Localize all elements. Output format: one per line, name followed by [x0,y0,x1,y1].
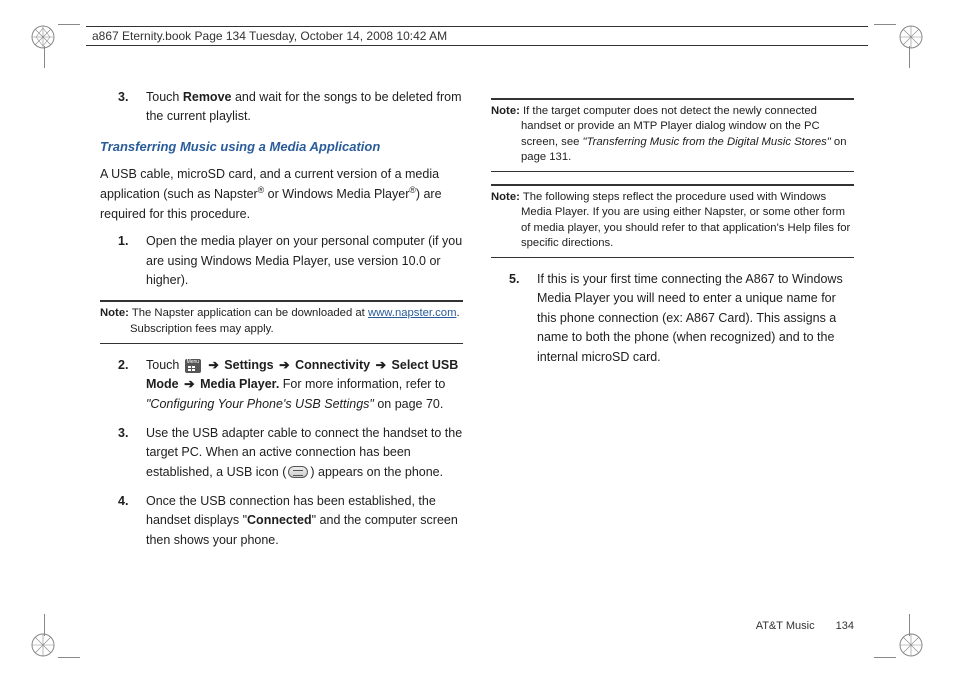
crop-mark [874,24,896,25]
footer-page-number: 134 [836,620,854,632]
step-5: 5. If this is your first time connecting… [491,270,854,367]
step-body: Use the USB adapter cable to connect the… [146,424,463,482]
step-number: 1. [118,232,146,290]
crop-mark [58,657,80,658]
left-column: 3. Touch Remove and wait for the songs t… [100,88,463,622]
page-footer: AT&T Music 134 [756,620,854,632]
step-1: 1. Open the media player on your persona… [100,232,463,290]
italic-ref: "Configuring Your Phone's USB Settings" [146,397,377,411]
text: on page 70. [377,397,443,411]
usb-icon [288,466,308,478]
step-3-remove: 3. Touch Remove and wait for the songs t… [100,88,463,127]
intro-paragraph: A USB cable, microSD card, and a current… [100,165,463,224]
crop-mark [58,24,80,25]
napster-link[interactable]: www.napster.com [368,307,457,319]
bold-media-player: Media Player. [200,377,279,391]
step-number: 5. [509,270,537,367]
note-label: Note: [491,191,520,203]
crop-mark [909,46,910,68]
step-number: 3. [118,424,146,482]
menu-icon [185,359,201,373]
crop-mark [44,614,45,636]
note-text: The following steps reflect the procedur… [521,191,850,249]
corner-ornament-tl [30,24,56,50]
step-body: Once the USB connection has been establi… [146,492,463,550]
step-number: 3. [118,88,146,127]
arrow-icon: ➔ [184,377,194,391]
bold-settings: Settings [224,358,273,372]
step-2: 2. Touch ➔ Settings ➔ Connectivity ➔ Sel… [100,356,463,414]
corner-ornament-br [898,632,924,658]
note-mtp: Note: If the target computer does not de… [491,98,854,172]
text: Touch [146,358,183,372]
step-body: Touch Remove and wait for the songs to b… [146,88,463,127]
running-header-text: a867 Eternity.book Page 134 Tuesday, Oct… [92,29,447,43]
section-heading-transferring: Transferring Music using a Media Applica… [100,137,463,157]
arrow-icon: ➔ [376,358,386,372]
bold-connectivity: Connectivity [295,358,370,372]
right-column: Note: If the target computer does not de… [491,88,854,622]
step-number: 4. [118,492,146,550]
bold-connected: Connected [247,513,312,527]
content-columns: 3. Touch Remove and wait for the songs t… [100,88,854,622]
text: or Windows Media Player [264,187,409,201]
text: ) appears on the phone. [310,465,443,479]
note-label: Note: [100,307,129,319]
arrow-icon: ➔ [279,358,289,372]
bold-remove: Remove [183,90,232,104]
step-body: Touch ➔ Settings ➔ Connectivity ➔ Select… [146,356,463,414]
crop-mark [44,46,45,68]
step-3-usb: 3. Use the USB adapter cable to connect … [100,424,463,482]
step-4: 4. Once the USB connection has been esta… [100,492,463,550]
running-header: a867 Eternity.book Page 134 Tuesday, Oct… [86,26,868,46]
corner-ornament-bl [30,632,56,658]
arrow-icon: ➔ [208,358,218,372]
note-napster: Note: The Napster application can be dow… [100,300,463,344]
corner-ornament-tr [898,24,924,50]
text: Touch [146,90,183,104]
document-page: a867 Eternity.book Page 134 Tuesday, Oct… [0,0,954,682]
step-number: 2. [118,356,146,414]
text: For more information, refer to [283,377,446,391]
italic-ref: "Transferring Music from the Digital Mus… [583,136,831,148]
step-body: Open the media player on your personal c… [146,232,463,290]
crop-mark [874,657,896,658]
note-label: Note: [491,105,520,117]
note-text: The Napster application can be downloade… [132,307,368,319]
step-body: If this is your first time connecting th… [537,270,854,367]
note-wmp: Note: The following steps reflect the pr… [491,184,854,258]
footer-section: AT&T Music [756,620,815,632]
crop-mark [909,614,910,636]
